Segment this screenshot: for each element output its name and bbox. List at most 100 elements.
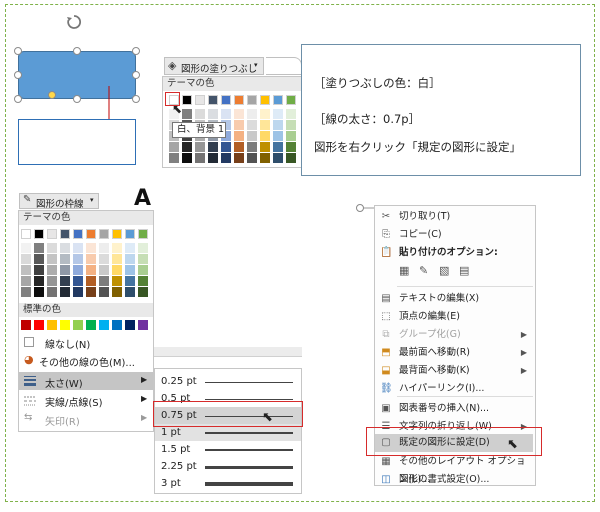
color-swatch[interactable] [47, 287, 57, 297]
shape-fill-button[interactable]: ◈ 図形の塗りつぶし ▾ [164, 57, 264, 75]
color-swatch[interactable] [86, 254, 96, 264]
color-swatch[interactable] [125, 287, 135, 297]
paste-text-only-icon[interactable]: ▤ [459, 264, 473, 278]
color-swatch[interactable] [195, 153, 205, 163]
color-swatch[interactable] [21, 254, 31, 264]
color-swatch[interactable] [21, 243, 31, 253]
color-swatch[interactable] [286, 131, 296, 141]
color-swatch[interactable] [21, 265, 31, 275]
color-swatch[interactable] [99, 254, 109, 264]
color-swatch[interactable] [73, 229, 83, 239]
color-swatch[interactable] [47, 229, 57, 239]
dash-item[interactable]: 実線/点線(S) ▶ [19, 391, 153, 409]
color-swatch[interactable] [169, 142, 179, 152]
color-swatch[interactable] [60, 229, 70, 239]
color-swatch[interactable] [182, 109, 192, 119]
color-swatch[interactable] [221, 109, 231, 119]
color-swatch[interactable] [125, 254, 135, 264]
color-swatch[interactable] [99, 243, 109, 253]
standard-color-swatch[interactable] [99, 320, 109, 330]
color-swatch[interactable] [182, 95, 192, 105]
color-swatch[interactable] [99, 276, 109, 286]
color-swatch[interactable] [47, 243, 57, 253]
color-swatch[interactable] [99, 229, 109, 239]
color-swatch[interactable] [286, 109, 296, 119]
color-swatch[interactable] [208, 95, 218, 105]
resize-handle[interactable] [132, 71, 140, 79]
rotate-handle-icon[interactable] [66, 14, 82, 30]
color-swatch[interactable] [112, 229, 122, 239]
color-swatch[interactable] [247, 95, 257, 105]
color-swatch[interactable] [34, 254, 44, 264]
color-swatch[interactable] [21, 287, 31, 297]
color-swatch[interactable] [60, 276, 70, 286]
color-swatch[interactable] [234, 142, 244, 152]
color-swatch[interactable] [286, 120, 296, 130]
color-swatch[interactable] [208, 109, 218, 119]
resize-handle[interactable] [14, 71, 22, 79]
context-menu-item[interactable]: ✂ 切り取り(T) [375, 208, 533, 226]
color-swatch[interactable] [234, 109, 244, 119]
color-swatch[interactable] [34, 287, 44, 297]
color-swatch[interactable] [73, 287, 83, 297]
color-swatch[interactable] [86, 229, 96, 239]
paste-picture-icon[interactable]: ▧ [439, 264, 453, 278]
weight-item[interactable]: 太さ(W) ▶ [19, 372, 153, 390]
color-swatch[interactable] [286, 153, 296, 163]
color-swatch[interactable] [34, 229, 44, 239]
color-swatch[interactable] [138, 254, 148, 264]
color-swatch[interactable] [99, 265, 109, 275]
color-swatch[interactable] [125, 265, 135, 275]
resize-handle[interactable] [73, 95, 81, 103]
color-swatch[interactable] [273, 131, 283, 141]
color-swatch[interactable] [221, 142, 231, 152]
color-swatch[interactable] [234, 120, 244, 130]
standard-color-swatch[interactable] [47, 320, 57, 330]
thickness-option[interactable]: 2.25 pt [155, 458, 301, 475]
color-swatch[interactable] [112, 265, 122, 275]
context-menu-item[interactable]: ⬚ 頂点の編集(E) [375, 308, 533, 326]
color-swatch[interactable] [195, 95, 205, 105]
color-swatch[interactable] [47, 265, 57, 275]
color-swatch[interactable] [208, 142, 218, 152]
color-swatch[interactable] [73, 265, 83, 275]
color-swatch[interactable] [60, 287, 70, 297]
selected-rectangle-shape[interactable] [18, 51, 136, 99]
context-menu-item[interactable]: ⬒ 最前面へ移動(R) ▶ [375, 344, 533, 362]
color-swatch[interactable] [286, 142, 296, 152]
color-swatch[interactable] [138, 276, 148, 286]
color-swatch[interactable] [138, 265, 148, 275]
color-swatch[interactable] [260, 131, 270, 141]
arrow-item[interactable]: ⇆ 矢印(R) ▶ [19, 410, 153, 428]
color-swatch[interactable] [34, 276, 44, 286]
thickness-option[interactable]: 3 pt [155, 475, 301, 492]
color-swatch[interactable] [260, 95, 270, 105]
color-swatch[interactable] [273, 109, 283, 119]
standard-color-swatch[interactable] [34, 320, 44, 330]
adjust-handle[interactable] [48, 91, 56, 99]
color-swatch[interactable] [247, 153, 257, 163]
color-swatch[interactable] [247, 109, 257, 119]
standard-color-swatch[interactable] [73, 320, 83, 330]
other-colors-item[interactable]: ◕ その他の線の色(M)... [19, 351, 153, 369]
color-swatch[interactable] [247, 120, 257, 130]
color-swatch[interactable] [260, 153, 270, 163]
color-swatch[interactable] [208, 153, 218, 163]
context-menu-item[interactable]: ▤ テキストの編集(X) [375, 290, 533, 308]
standard-color-swatch[interactable] [112, 320, 122, 330]
color-swatch[interactable] [273, 95, 283, 105]
color-swatch[interactable] [99, 287, 109, 297]
color-swatch[interactable] [195, 142, 205, 152]
color-swatch[interactable] [221, 153, 231, 163]
result-rectangle-shape[interactable] [18, 119, 136, 165]
resize-handle[interactable] [14, 47, 22, 55]
resize-handle[interactable] [14, 95, 22, 103]
color-swatch[interactable] [260, 142, 270, 152]
color-swatch[interactable] [260, 120, 270, 130]
color-swatch[interactable] [60, 243, 70, 253]
color-swatch[interactable] [73, 254, 83, 264]
color-swatch[interactable] [112, 243, 122, 253]
color-swatch[interactable] [86, 276, 96, 286]
standard-color-swatch[interactable] [138, 320, 148, 330]
color-swatch[interactable] [260, 109, 270, 119]
